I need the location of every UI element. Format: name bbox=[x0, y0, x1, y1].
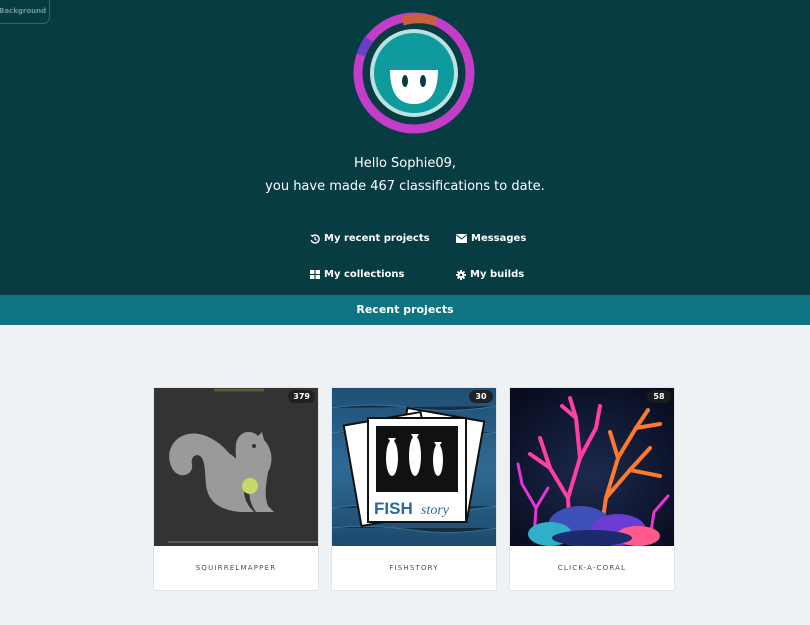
nav-messages[interactable]: Messages bbox=[456, 233, 526, 244]
project-name: FISHSTORY bbox=[389, 564, 439, 572]
nav-messages-label: Messages bbox=[471, 233, 527, 244]
nav-recent-projects-label: My recent projects bbox=[324, 233, 430, 244]
greeting: Hello Sophie09, you have made 467 classi… bbox=[0, 152, 810, 198]
nav-builds[interactable]: My builds bbox=[456, 269, 524, 280]
project-thumbnail bbox=[154, 388, 318, 546]
grid-icon bbox=[310, 270, 320, 279]
nav-collections[interactable]: My collections bbox=[310, 269, 404, 280]
project-card-click-a-coral[interactable]: 58 CLICK-A-CORAL bbox=[509, 387, 675, 591]
fishstory-logo-icon: FISH story bbox=[342, 406, 486, 528]
nav-builds-label: My builds bbox=[470, 269, 525, 280]
greeting-name: Hello Sophie09, bbox=[353, 156, 457, 171]
project-name: SQUIRRELMAPPER bbox=[195, 564, 277, 572]
profile-hero: Background Hello Sophie09, you have made… bbox=[0, 0, 810, 295]
classification-count: you have made 467 classifications to dat… bbox=[265, 179, 545, 194]
classification-count-badge: 379 bbox=[288, 390, 315, 403]
project-name: CLICK-A-CORAL bbox=[557, 564, 627, 572]
project-thumbnail: FISH story bbox=[332, 388, 496, 546]
avatar-eye-right bbox=[420, 75, 426, 87]
history-icon bbox=[310, 233, 320, 244]
project-card-squirrelmapper[interactable]: 379 SQUIRRELMAPPER bbox=[153, 387, 319, 591]
gear-icon bbox=[456, 269, 466, 280]
background-button[interactable]: Background bbox=[0, 0, 50, 24]
stats-ring-purple bbox=[356, 36, 373, 57]
svg-text:story: story bbox=[421, 503, 450, 518]
classification-count-badge: 30 bbox=[469, 390, 493, 403]
recent-projects-heading: Recent projects bbox=[0, 295, 810, 325]
avatar-with-stats-ring bbox=[353, 12, 475, 134]
nav-collections-label: My collections bbox=[324, 269, 405, 280]
avatar bbox=[353, 12, 475, 134]
acorn-icon bbox=[242, 478, 258, 494]
svg-text:FISH: FISH bbox=[374, 499, 413, 518]
avatar-eye-left bbox=[402, 75, 408, 87]
project-thumbnail bbox=[510, 388, 674, 546]
classification-count-badge: 58 bbox=[647, 390, 671, 403]
envelope-icon bbox=[456, 234, 467, 243]
project-card-fishstory[interactable]: FISH story 30 FISHSTORY bbox=[331, 387, 497, 591]
nav-recent-projects[interactable]: My recent projects bbox=[310, 233, 430, 244]
